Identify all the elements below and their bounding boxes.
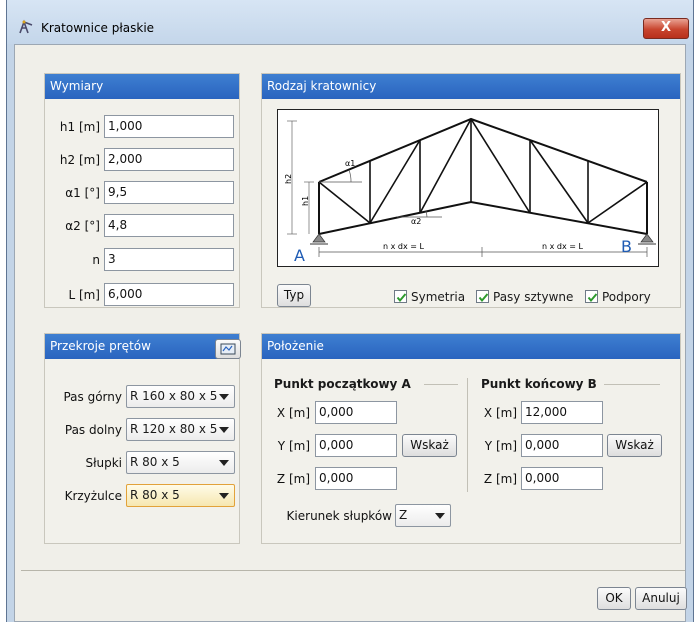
bottom-chord-label: Pas dolny — [64, 423, 122, 437]
start-z-label: Z [m] — [276, 472, 310, 486]
length-label: L [m] — [68, 288, 100, 302]
h1-label: h1 [m] — [59, 120, 100, 134]
rigid-chords-checkbox[interactable] — [476, 290, 489, 303]
posts-select[interactable]: R 80 x 5 — [126, 451, 235, 474]
left-span-label: n x dx = L — [383, 242, 424, 251]
end-z-label: Z [m] — [483, 472, 517, 486]
sections-header: Przekroje prętów — [45, 334, 239, 359]
title-bar[interactable]: Kratownice płaskie X — [7, 0, 693, 44]
start-y-label: Y [m] — [277, 439, 310, 453]
post-direction-label: Kierunek słupków — [286, 509, 392, 523]
chevron-down-icon — [219, 427, 229, 433]
symmetry-checkbox[interactable] — [394, 290, 407, 303]
start-point-title: Punkt początkowy A — [274, 377, 411, 391]
position-divider — [467, 378, 468, 492]
start-pick-button[interactable]: Wskaż — [402, 434, 457, 457]
start-x-label: X [m] — [276, 406, 310, 420]
start-point-rule — [424, 384, 458, 385]
start-z-input[interactable]: 0,000 — [315, 467, 397, 490]
end-pick-button[interactable]: Wskaż — [607, 434, 662, 457]
start-pick-label: Wskaż — [410, 438, 449, 452]
right-span-label: n x dx = L — [542, 242, 583, 251]
alpha2-dim-label: α2 — [411, 217, 421, 226]
ok-button[interactable]: OK — [597, 587, 631, 610]
h2-dim-label: h2 — [284, 174, 293, 184]
supports-checkbox[interactable] — [585, 290, 598, 303]
point-b-label: B — [621, 237, 632, 256]
checkmark-icon — [396, 293, 407, 303]
end-pick-label: Wskaż — [615, 438, 654, 452]
ok-label: OK — [605, 591, 623, 605]
truss-type-button-label: Typ — [283, 288, 305, 302]
end-x-input[interactable]: 12,000 — [521, 401, 603, 424]
h1-dim-label: h1 — [301, 196, 310, 206]
top-chord-label: Pas górny — [63, 390, 122, 404]
supports-label: Podpory — [602, 290, 651, 304]
length-input[interactable]: 6,000 — [104, 283, 234, 306]
chevron-down-icon — [219, 460, 229, 466]
chevron-down-icon — [219, 394, 229, 400]
end-y-label: Y [m] — [484, 439, 517, 453]
end-point-rule — [604, 384, 660, 385]
chevron-down-icon — [219, 493, 229, 499]
posts-value: R 80 x 5 — [130, 455, 180, 469]
close-icon: X — [660, 20, 672, 35]
diagonals-label: Krzyżulce — [64, 489, 122, 503]
truss-type-button[interactable]: Typ — [277, 284, 311, 307]
bottom-chord-select[interactable]: R 120 x 80 x 5 — [126, 418, 235, 441]
chevron-down-icon — [435, 513, 445, 519]
h2-input[interactable]: 2,000 — [104, 148, 234, 171]
start-y-input[interactable]: 0,000 — [315, 434, 397, 457]
truss-app-icon — [19, 19, 33, 34]
alpha1-input[interactable]: 9,5 — [104, 181, 234, 204]
alpha2-input[interactable]: 4,8 — [104, 214, 234, 237]
section-picker-button[interactable] — [215, 339, 241, 359]
n-input[interactable]: 3 — [104, 248, 234, 271]
h1-input[interactable]: 1,000 — [104, 115, 234, 138]
checkmark-icon — [478, 293, 489, 303]
end-x-label: X [m] — [483, 406, 517, 420]
point-a-label: A — [294, 246, 305, 265]
cancel-label: Anuluj — [642, 591, 680, 605]
close-button[interactable]: X — [643, 18, 689, 39]
alpha2-label: α2 [°] — [65, 219, 100, 233]
post-direction-value: Z — [399, 508, 408, 522]
checkmark-icon — [587, 293, 598, 303]
truss-diagram: h2 h1 α1 α2 n x dx = L n x dx = L A B — [277, 109, 659, 267]
diagonals-value: R 80 x 5 — [130, 488, 180, 502]
posts-label: Słupki — [85, 456, 122, 470]
top-chord-select[interactable]: R 160 x 80 x 5 — [126, 385, 235, 408]
cancel-button[interactable]: Anuluj — [635, 587, 687, 610]
post-direction-select[interactable]: Z — [395, 504, 451, 527]
end-point-title: Punkt końcowy B — [481, 377, 597, 391]
dimensions-header: Wymiary — [45, 74, 239, 99]
start-x-input[interactable]: 0,000 — [315, 401, 397, 424]
diagonals-select[interactable]: R 80 x 5 — [126, 484, 235, 507]
h2-label: h2 [m] — [59, 153, 100, 167]
alpha1-label: α1 [°] — [65, 186, 100, 200]
n-label: n — [92, 253, 100, 267]
position-header: Położenie — [262, 334, 680, 359]
bottom-chord-value: R 120 x 80 x 5 — [130, 422, 218, 436]
sections-header-label: Przekroje prętów — [50, 339, 151, 353]
alpha1-dim-label: α1 — [345, 159, 355, 168]
symmetry-label: Symetria — [411, 290, 466, 304]
section-picker-icon — [220, 343, 236, 355]
dialog-window: Kratownice płaskie X Wymiary Rodzaj krat… — [6, 0, 694, 622]
truss-type-header: Rodzaj kratownicy — [262, 74, 680, 99]
end-z-input[interactable]: 0,000 — [521, 467, 603, 490]
window-title: Kratownice płaskie — [41, 21, 155, 35]
rigid-chords-label: Pasy sztywne — [493, 290, 574, 304]
end-y-input[interactable]: 0,000 — [521, 434, 603, 457]
top-chord-value: R 160 x 80 x 5 — [130, 389, 218, 403]
footer-separator — [21, 570, 685, 571]
